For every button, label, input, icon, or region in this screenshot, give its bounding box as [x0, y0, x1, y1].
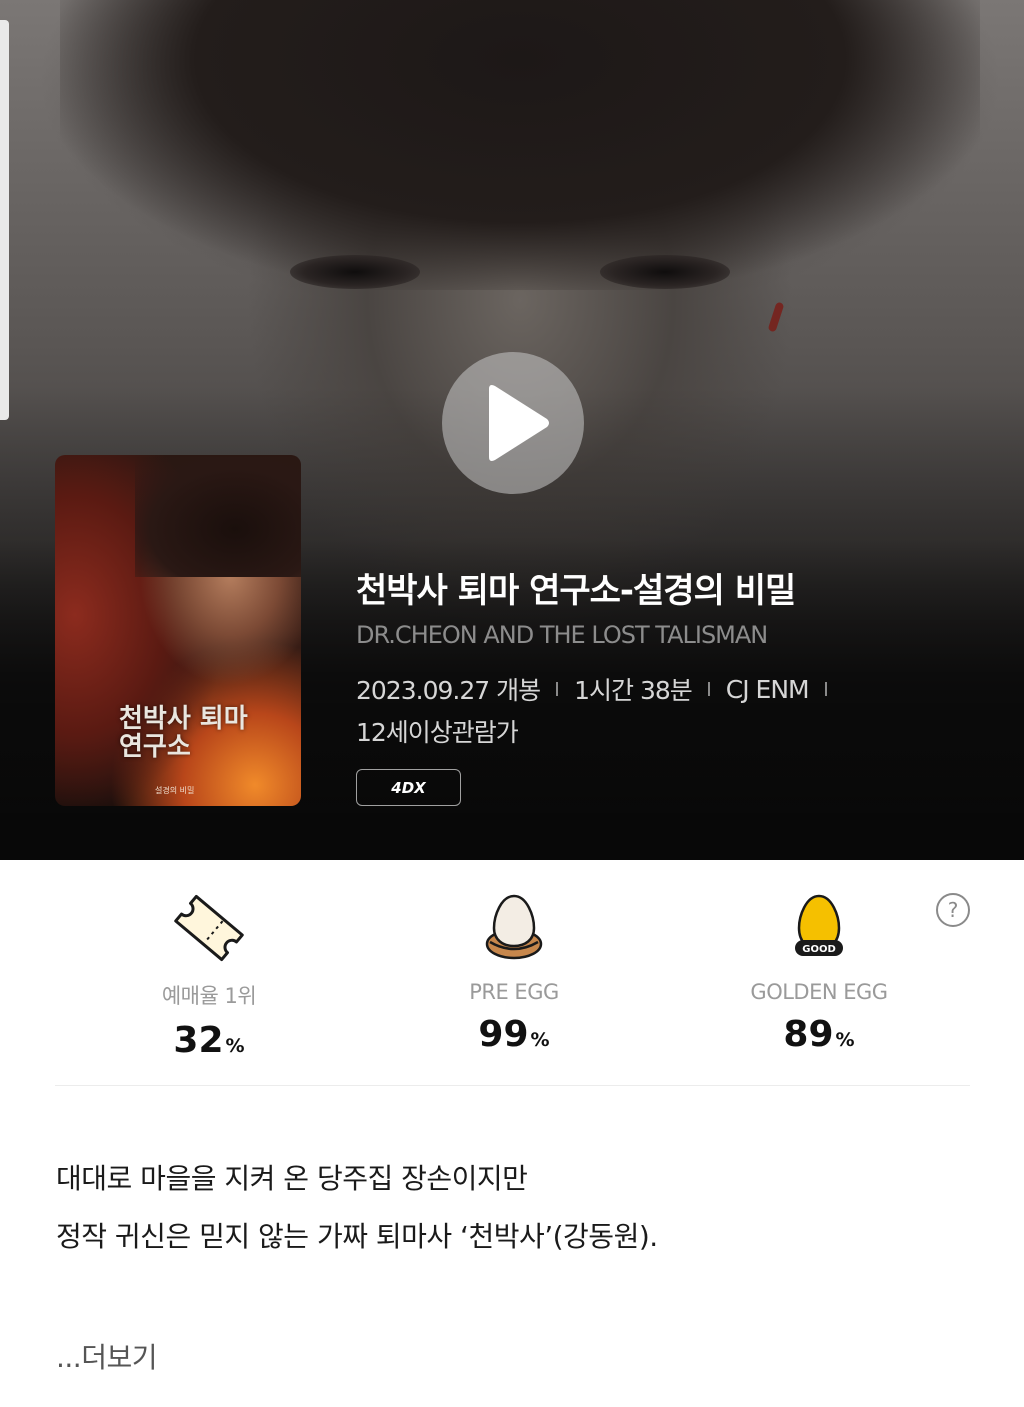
poster-hair: [135, 457, 301, 577]
edge-handle[interactable]: [0, 20, 9, 420]
movie-eng-title: DR.CHEON AND THE LOST TALISMAN: [356, 621, 768, 649]
play-trailer-button[interactable]: [442, 352, 584, 494]
age-rating: 12세이상관람가: [356, 718, 519, 747]
release-date: 2023.09.27 개봉: [356, 676, 541, 705]
stat-reservation: 예매율 1위 32%: [79, 892, 339, 1061]
movie-poster[interactable]: 천박사 퇴마 연구소 설경의 비밀: [55, 455, 301, 806]
movie-title: 천박사 퇴마 연구소-설경의 비밀: [356, 571, 796, 611]
stat-value: 89%: [783, 1014, 855, 1055]
synopsis-line: 대대로 마을을 지켜 온 당주집 장손이지만: [56, 1162, 528, 1195]
meta-divider: [824, 682, 827, 696]
golden-egg-icon: GOOD: [795, 894, 843, 956]
synopsis: 대대로 마을을 지켜 온 당주집 장손이지만 정작 귀신은 믿지 않는 가짜 퇴…: [56, 1150, 968, 1266]
stat-label: 예매율 1위: [161, 984, 257, 1008]
meta-divider: [707, 682, 710, 696]
stat-golden-egg: GOOD GOLDEN EGG 89%: [689, 892, 949, 1055]
meta-divider: [556, 682, 559, 696]
stats-panel: 예매율 1위 32% PRE EGG 99% GOOD GOLDEN EGG 8…: [0, 860, 1024, 1086]
ticket-icon: [174, 894, 244, 962]
stat-pre-egg: PRE EGG 99%: [384, 892, 644, 1055]
synopsis-line: 정작 귀신은 믿지 않는 가짜 퇴마사 ‘천박사’(강동원).: [56, 1220, 658, 1253]
stat-label: GOLDEN EGG: [750, 980, 888, 1004]
stat-value: 32%: [173, 1020, 245, 1061]
movie-meta: 2023.09.27 개봉 1시간 38분 CJ ENM: [356, 671, 843, 707]
stat-label: PRE EGG: [469, 980, 559, 1004]
distributor: CJ ENM: [725, 674, 810, 704]
format-badge-4dx[interactable]: 4DX: [356, 769, 461, 806]
play-icon: [489, 385, 549, 461]
more-link[interactable]: ...더보기: [56, 1336, 157, 1376]
runtime: 1시간 38분: [574, 676, 693, 705]
help-icon[interactable]: ?: [936, 893, 970, 927]
egg-icon: [485, 894, 543, 960]
poster-title: 천박사 퇴마 연구소: [119, 704, 248, 762]
section-divider: [55, 1085, 970, 1086]
poster-credit: 설경의 비밀: [155, 786, 195, 795]
stat-value: 99%: [478, 1014, 550, 1055]
svg-text:GOOD: GOOD: [802, 944, 836, 955]
